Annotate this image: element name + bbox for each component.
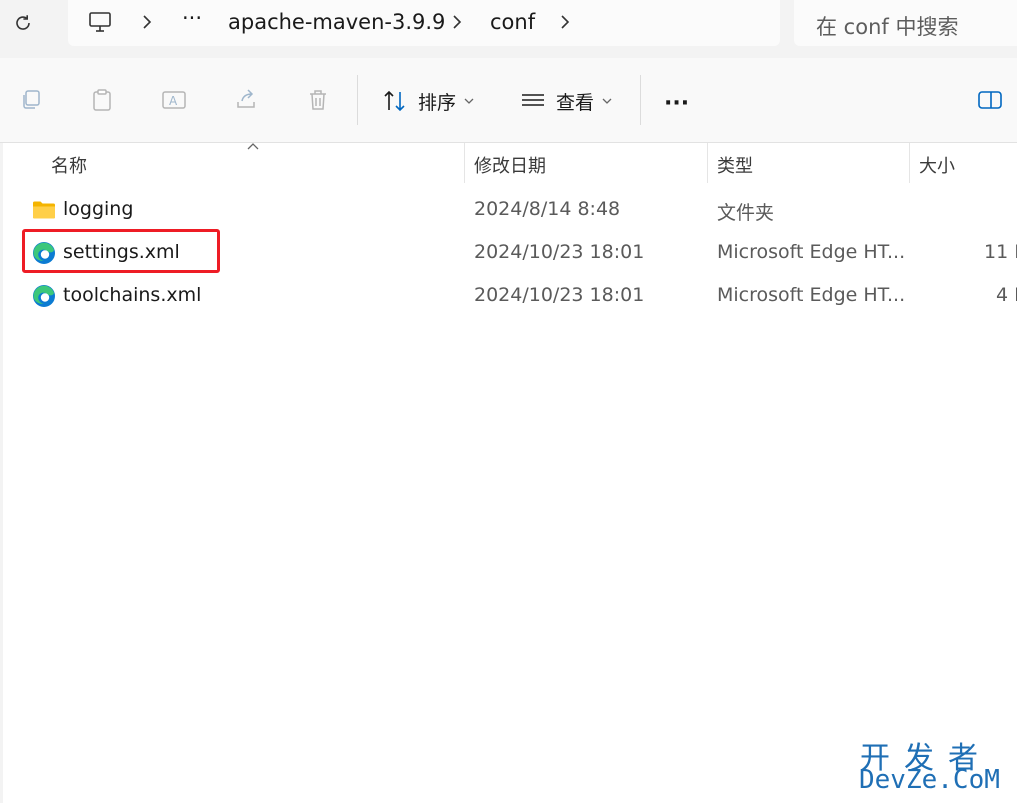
delete-button[interactable] (303, 85, 333, 115)
file-name: toolchains.xml (63, 284, 202, 306)
watermark-site: DevZe.CoM (859, 765, 1000, 795)
view-label: 查看 (556, 91, 595, 114)
search-placeholder: 在 conf 中搜索 (816, 15, 959, 39)
navigation-pane-edge (0, 143, 3, 803)
sort-button[interactable]: 排序 (382, 86, 474, 116)
chevron-right-icon[interactable] (142, 15, 152, 29)
view-button[interactable]: 查看 (520, 86, 612, 116)
paste-button[interactable] (87, 85, 117, 115)
more-options-label: ··· (664, 90, 690, 116)
svg-text:A: A (169, 94, 178, 108)
refresh-icon (16, 15, 30, 30)
edge-icon (33, 285, 55, 307)
breadcrumb-conf[interactable]: conf (490, 10, 535, 34)
share-button[interactable] (231, 85, 261, 115)
column-header-name-label: 名称 (51, 156, 87, 177)
refresh-button[interactable] (8, 8, 38, 38)
breadcrumb-more[interactable]: ··· (182, 6, 202, 30)
column-header-date-label: 修改日期 (474, 156, 546, 177)
rename-icon: A (162, 91, 186, 109)
column-header-date[interactable]: 修改日期 (465, 143, 707, 183)
search-box[interactable]: 在 conf 中搜索 (794, 0, 1017, 46)
file-date: 2024/8/14 8:48 (474, 198, 621, 220)
file-type: Microsoft Edge HT... (717, 284, 906, 306)
file-type: 文件夹 (717, 202, 775, 224)
toolbar-divider (640, 75, 641, 125)
column-header-type-label: 类型 (717, 156, 753, 177)
chevron-down-icon (602, 98, 612, 104)
this-pc-icon[interactable] (88, 11, 112, 33)
list-view-icon (522, 94, 544, 106)
file-size: 4 K (996, 284, 1017, 306)
file-row-logging[interactable]: logging 2024/8/14 8:48 文件夹 (24, 190, 1017, 230)
file-date: 2024/10/23 18:01 (474, 241, 645, 263)
file-row-toolchains-xml[interactable]: toolchains.xml 2024/10/23 18:01 Microsof… (24, 276, 1017, 316)
column-header-name[interactable]: 名称 (4, 143, 464, 183)
more-options-button[interactable]: ··· (664, 88, 689, 118)
chevron-down-icon (464, 98, 474, 104)
file-size: 11 K (984, 241, 1017, 263)
trash-icon (310, 90, 326, 110)
copy-icon (23, 90, 40, 109)
rename-button[interactable]: A (159, 85, 189, 115)
file-name: logging (63, 198, 134, 220)
chevron-right-icon[interactable] (560, 15, 570, 29)
paste-icon (93, 89, 111, 111)
toolbar-divider (357, 75, 358, 125)
folder-icon (33, 201, 55, 219)
sort-label: 排序 (418, 91, 457, 114)
column-header-size[interactable]: 大小 (910, 143, 1017, 183)
sort-icon (384, 90, 405, 112)
command-bar: A 排序 查看 ··· (0, 58, 1017, 143)
details-pane-button[interactable] (975, 85, 1005, 115)
file-type: Microsoft Edge HT... (717, 241, 906, 263)
column-header-type[interactable]: 类型 (708, 143, 909, 183)
column-header-size-label: 大小 (919, 156, 955, 177)
address-bar-region: ··· apache-maven-3.9.9 conf 在 conf 中搜索 (0, 0, 1017, 58)
share-icon (237, 89, 255, 108)
highlight-box (22, 229, 220, 273)
chevron-right-icon[interactable] (452, 15, 462, 29)
breadcrumb-apache-maven[interactable]: apache-maven-3.9.9 (228, 10, 445, 34)
file-date: 2024/10/23 18:01 (474, 284, 645, 306)
address-bar[interactable]: ··· apache-maven-3.9.9 conf (68, 0, 780, 46)
copy-button[interactable] (16, 85, 46, 115)
details-pane-icon (978, 91, 1002, 109)
